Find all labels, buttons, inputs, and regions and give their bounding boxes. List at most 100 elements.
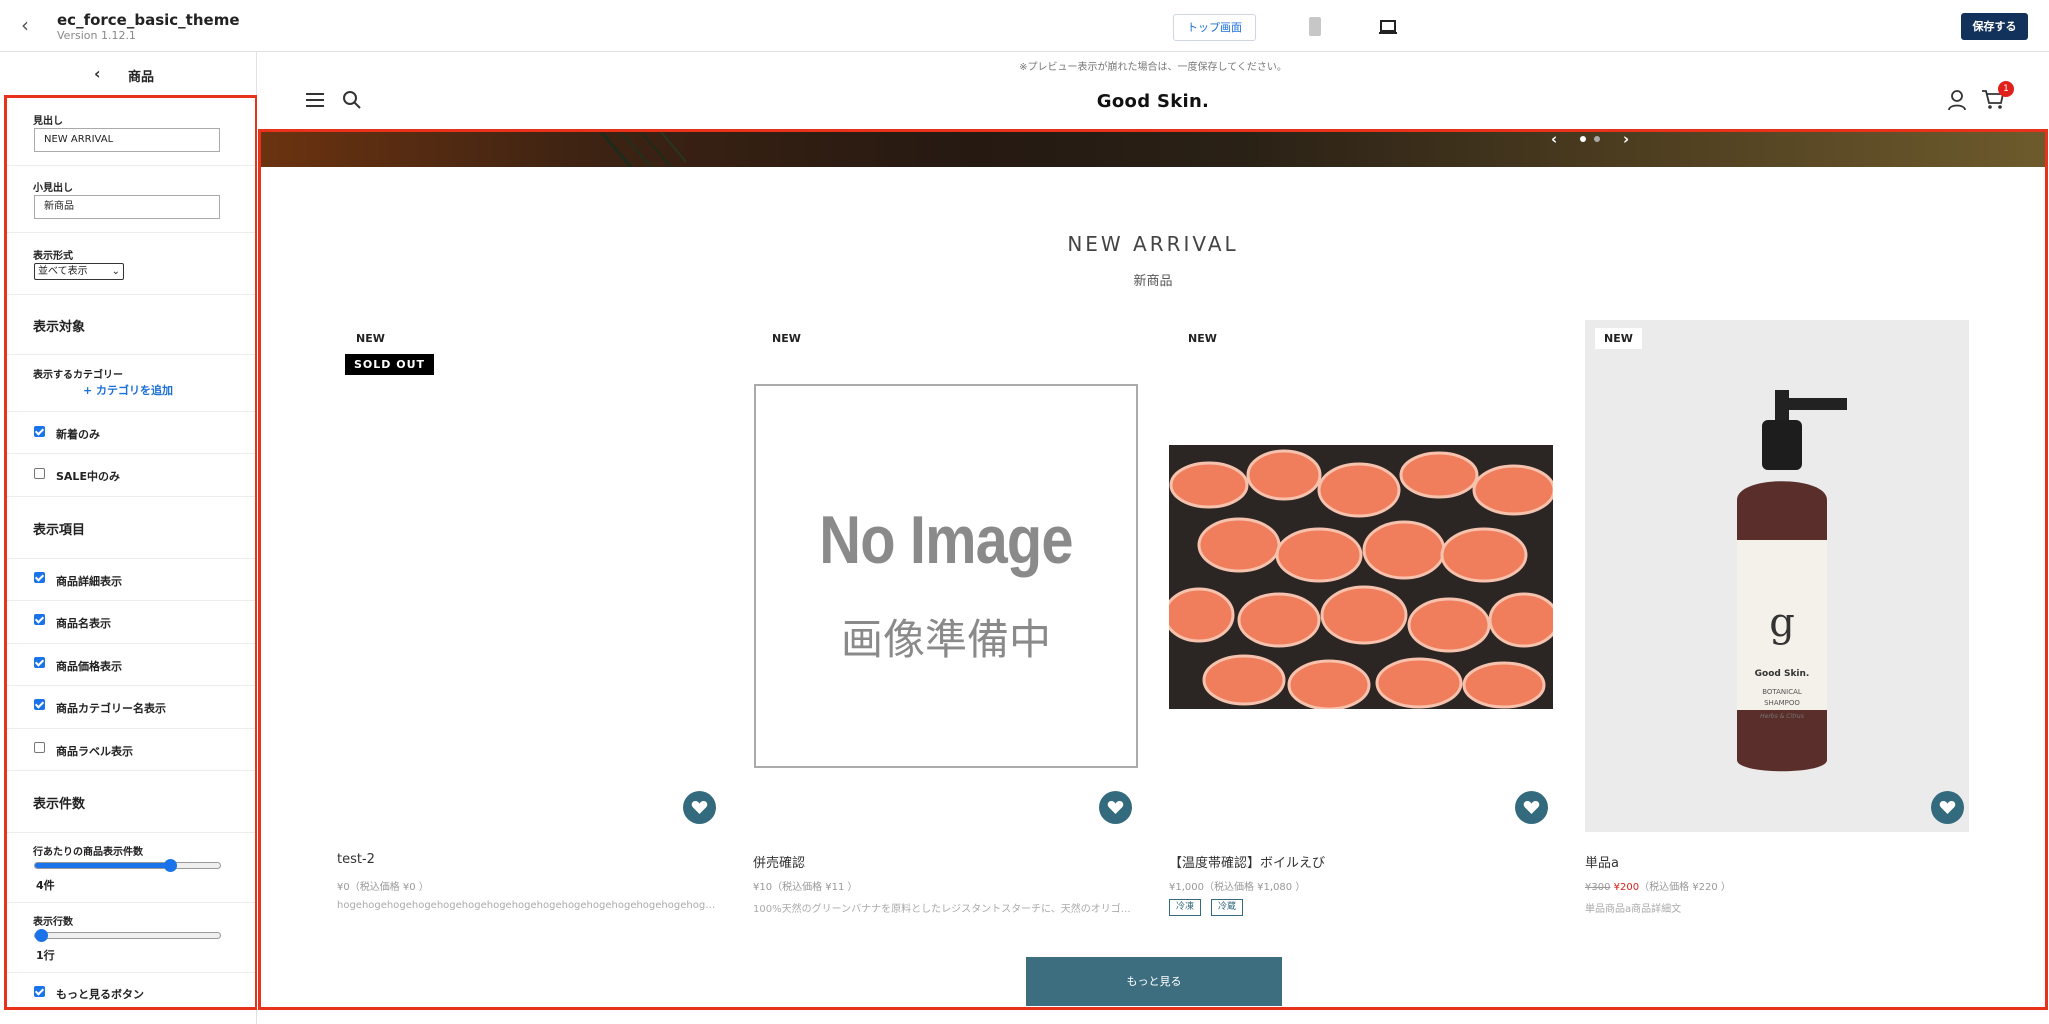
regular-price: ¥300 bbox=[1585, 882, 1611, 893]
add-category-link[interactable]: + カテゴリを追加 bbox=[83, 382, 173, 398]
new-badge: NEW bbox=[1179, 328, 1226, 349]
heart-icon bbox=[1939, 801, 1956, 814]
favorite-button[interactable] bbox=[1931, 791, 1964, 824]
add-category-label: カテゴリを追加 bbox=[96, 384, 174, 397]
tax-included-price: （税込価格 ¥220 ） bbox=[1639, 882, 1731, 893]
product-name[interactable]: test-2 bbox=[337, 852, 375, 867]
product-image[interactable]: No Image 画像準備中 bbox=[753, 320, 1138, 832]
count-section-row: 表示件数 bbox=[7, 771, 255, 833]
per-row-row: 行あたりの商品表示件数 4件 bbox=[7, 833, 255, 903]
save-button[interactable]: 保存する bbox=[1961, 13, 2028, 40]
more-button-label: もっと見るボタン bbox=[56, 988, 144, 1001]
items-section-heading: 表示項目 bbox=[33, 523, 86, 538]
display-format-select[interactable]: 並べて表示 ⌄ bbox=[34, 263, 124, 280]
sidebar-back-chevron-icon[interactable]: ‹ bbox=[94, 64, 101, 83]
plus-icon: + bbox=[83, 384, 97, 397]
product-name[interactable]: 併売確認 bbox=[753, 852, 805, 871]
desktop-preview-icon[interactable] bbox=[1378, 17, 1398, 37]
per-row-value: 4件 bbox=[36, 879, 55, 892]
mobile-preview-icon[interactable] bbox=[1309, 17, 1321, 36]
product-image[interactable] bbox=[1169, 320, 1553, 832]
category-label: 表示するカテゴリー bbox=[33, 370, 123, 381]
rows-value: 1行 bbox=[36, 949, 55, 962]
shrimp-photo bbox=[1169, 445, 1553, 709]
bottle-line-1: BOTANICAL bbox=[1762, 688, 1802, 696]
product-description: 100%天然のグリーンバナナを原料としたレジスタントスターチに、天然のオリゴ糖を… bbox=[753, 904, 1137, 915]
display-format-row: 表示形式 並べて表示 ⌄ bbox=[7, 233, 255, 295]
subheading-row: 小見出し 新商品 bbox=[7, 166, 255, 233]
heart-icon bbox=[1107, 801, 1124, 814]
preview-note: ※プレビュー表示が崩れた場合は、一度保存してください。 bbox=[1019, 62, 1287, 73]
favorite-button[interactable] bbox=[1099, 791, 1132, 824]
more-button-checkbox[interactable] bbox=[34, 986, 45, 997]
cart-count-badge: 1 bbox=[1998, 81, 2014, 97]
bottle-line-3: Herbs & Citrus bbox=[1760, 713, 1804, 720]
shampoo-bottle-illustration bbox=[1737, 390, 1847, 772]
rows-slider[interactable] bbox=[34, 929, 221, 942]
product-label-checkbox[interactable] bbox=[34, 742, 45, 753]
favorite-button[interactable] bbox=[683, 791, 716, 824]
count-section-heading: 表示件数 bbox=[33, 797, 86, 812]
slider-dot-active[interactable] bbox=[1580, 136, 1586, 142]
slider-dot[interactable] bbox=[1594, 136, 1600, 142]
heading-input[interactable]: NEW ARRIVAL bbox=[34, 128, 220, 152]
product-description: 単品商品a商品詳細文 bbox=[1585, 904, 1682, 915]
heading-label: 見出し bbox=[33, 116, 63, 127]
slider-next-icon[interactable]: › bbox=[1623, 132, 1629, 147]
category-name-row: 商品カテゴリー名表示 bbox=[7, 686, 255, 729]
detail-checkbox[interactable] bbox=[34, 572, 45, 583]
category-name-checkbox[interactable] bbox=[34, 699, 45, 710]
slider-prev-icon[interactable]: ‹ bbox=[1551, 132, 1557, 147]
temperature-tag: 冷凍 bbox=[1169, 899, 1202, 916]
favorite-button[interactable] bbox=[1515, 791, 1548, 824]
product-name[interactable]: 単品a bbox=[1585, 852, 1619, 871]
new-badge: NEW bbox=[763, 328, 810, 349]
settings-panel: 見出し NEW ARRIVAL 小見出し 新商品 表示形式 並べて表示 ⌄ 表示… bbox=[4, 95, 258, 1010]
category-row: 表示するカテゴリー + カテゴリを追加 bbox=[7, 355, 255, 412]
detail-label: 商品詳細表示 bbox=[56, 575, 122, 588]
user-icon[interactable] bbox=[1947, 89, 1967, 111]
sale-price: ¥200 bbox=[1613, 882, 1640, 893]
product-image[interactable]: g Good Skin. BOTANICAL SHAMPOO Herbs & C… bbox=[1585, 320, 1969, 832]
product-image[interactable] bbox=[337, 320, 721, 832]
sidebar-title: 商品 bbox=[128, 70, 155, 85]
display-format-label: 表示形式 bbox=[33, 251, 73, 262]
top-page-button[interactable]: トップ画面 bbox=[1173, 14, 1256, 41]
brand-mark-icon: g bbox=[1769, 600, 1795, 646]
back-chevron-icon[interactable]: ‹ bbox=[14, 14, 36, 36]
target-section-heading: 表示対象 bbox=[33, 320, 86, 335]
per-row-slider[interactable] bbox=[34, 859, 221, 872]
items-section-row: 表示項目 bbox=[7, 497, 255, 559]
product-name[interactable]: 【温度帯確認】ボイルえび bbox=[1169, 852, 1325, 871]
display-format-value: 並べて表示 bbox=[38, 266, 88, 277]
temperature-tag: 冷蔵 bbox=[1211, 899, 1244, 916]
name-label: 商品名表示 bbox=[56, 617, 111, 630]
shop-header: Good Skin. 1 bbox=[257, 74, 2049, 129]
price-checkbox[interactable] bbox=[34, 657, 45, 668]
name-checkbox[interactable] bbox=[34, 614, 45, 625]
new-only-checkbox[interactable] bbox=[34, 426, 45, 437]
sale-only-checkbox[interactable] bbox=[34, 468, 45, 479]
rows-slider-thumb[interactable] bbox=[35, 929, 48, 942]
sidebar-header: ‹ 商品 bbox=[0, 52, 257, 94]
heading-row: 見出し NEW ARRIVAL bbox=[7, 98, 255, 166]
target-section-row: 表示対象 bbox=[7, 295, 255, 355]
theme-version: Version 1.12.1 bbox=[57, 29, 136, 42]
product-price: ¥0（税込価格 ¥0 ） bbox=[337, 882, 429, 893]
sale-only-label: SALE中のみ bbox=[56, 470, 120, 483]
section-title: NEW ARRIVAL bbox=[1067, 232, 1239, 256]
product-description: hogehogehogehogehogehogehogehogehogehoge… bbox=[337, 900, 721, 911]
hero-banner: ‹ › bbox=[261, 132, 2045, 167]
per-row-slider-thumb[interactable] bbox=[164, 859, 177, 872]
shop-logo[interactable]: Good Skin. bbox=[257, 91, 2049, 112]
product-label-label: 商品ラベル表示 bbox=[56, 745, 133, 758]
chevron-down-icon: ⌄ bbox=[111, 266, 120, 277]
sold-out-badge: SOLD OUT bbox=[345, 354, 435, 375]
view-more-button[interactable]: もっと見る bbox=[1026, 957, 1282, 1006]
settings-sidebar: ‹ 商品 見出し NEW ARRIVAL 小見出し 新商品 表示形式 並べて表示… bbox=[0, 52, 258, 1024]
name-row: 商品名表示 bbox=[7, 601, 255, 644]
subheading-input[interactable]: 新商品 bbox=[34, 195, 220, 219]
editor-topbar: ‹ ec_force_basic_theme Version 1.12.1 トッ… bbox=[0, 0, 2049, 52]
heart-icon bbox=[691, 801, 708, 814]
subheading-label: 小見出し bbox=[33, 183, 73, 194]
